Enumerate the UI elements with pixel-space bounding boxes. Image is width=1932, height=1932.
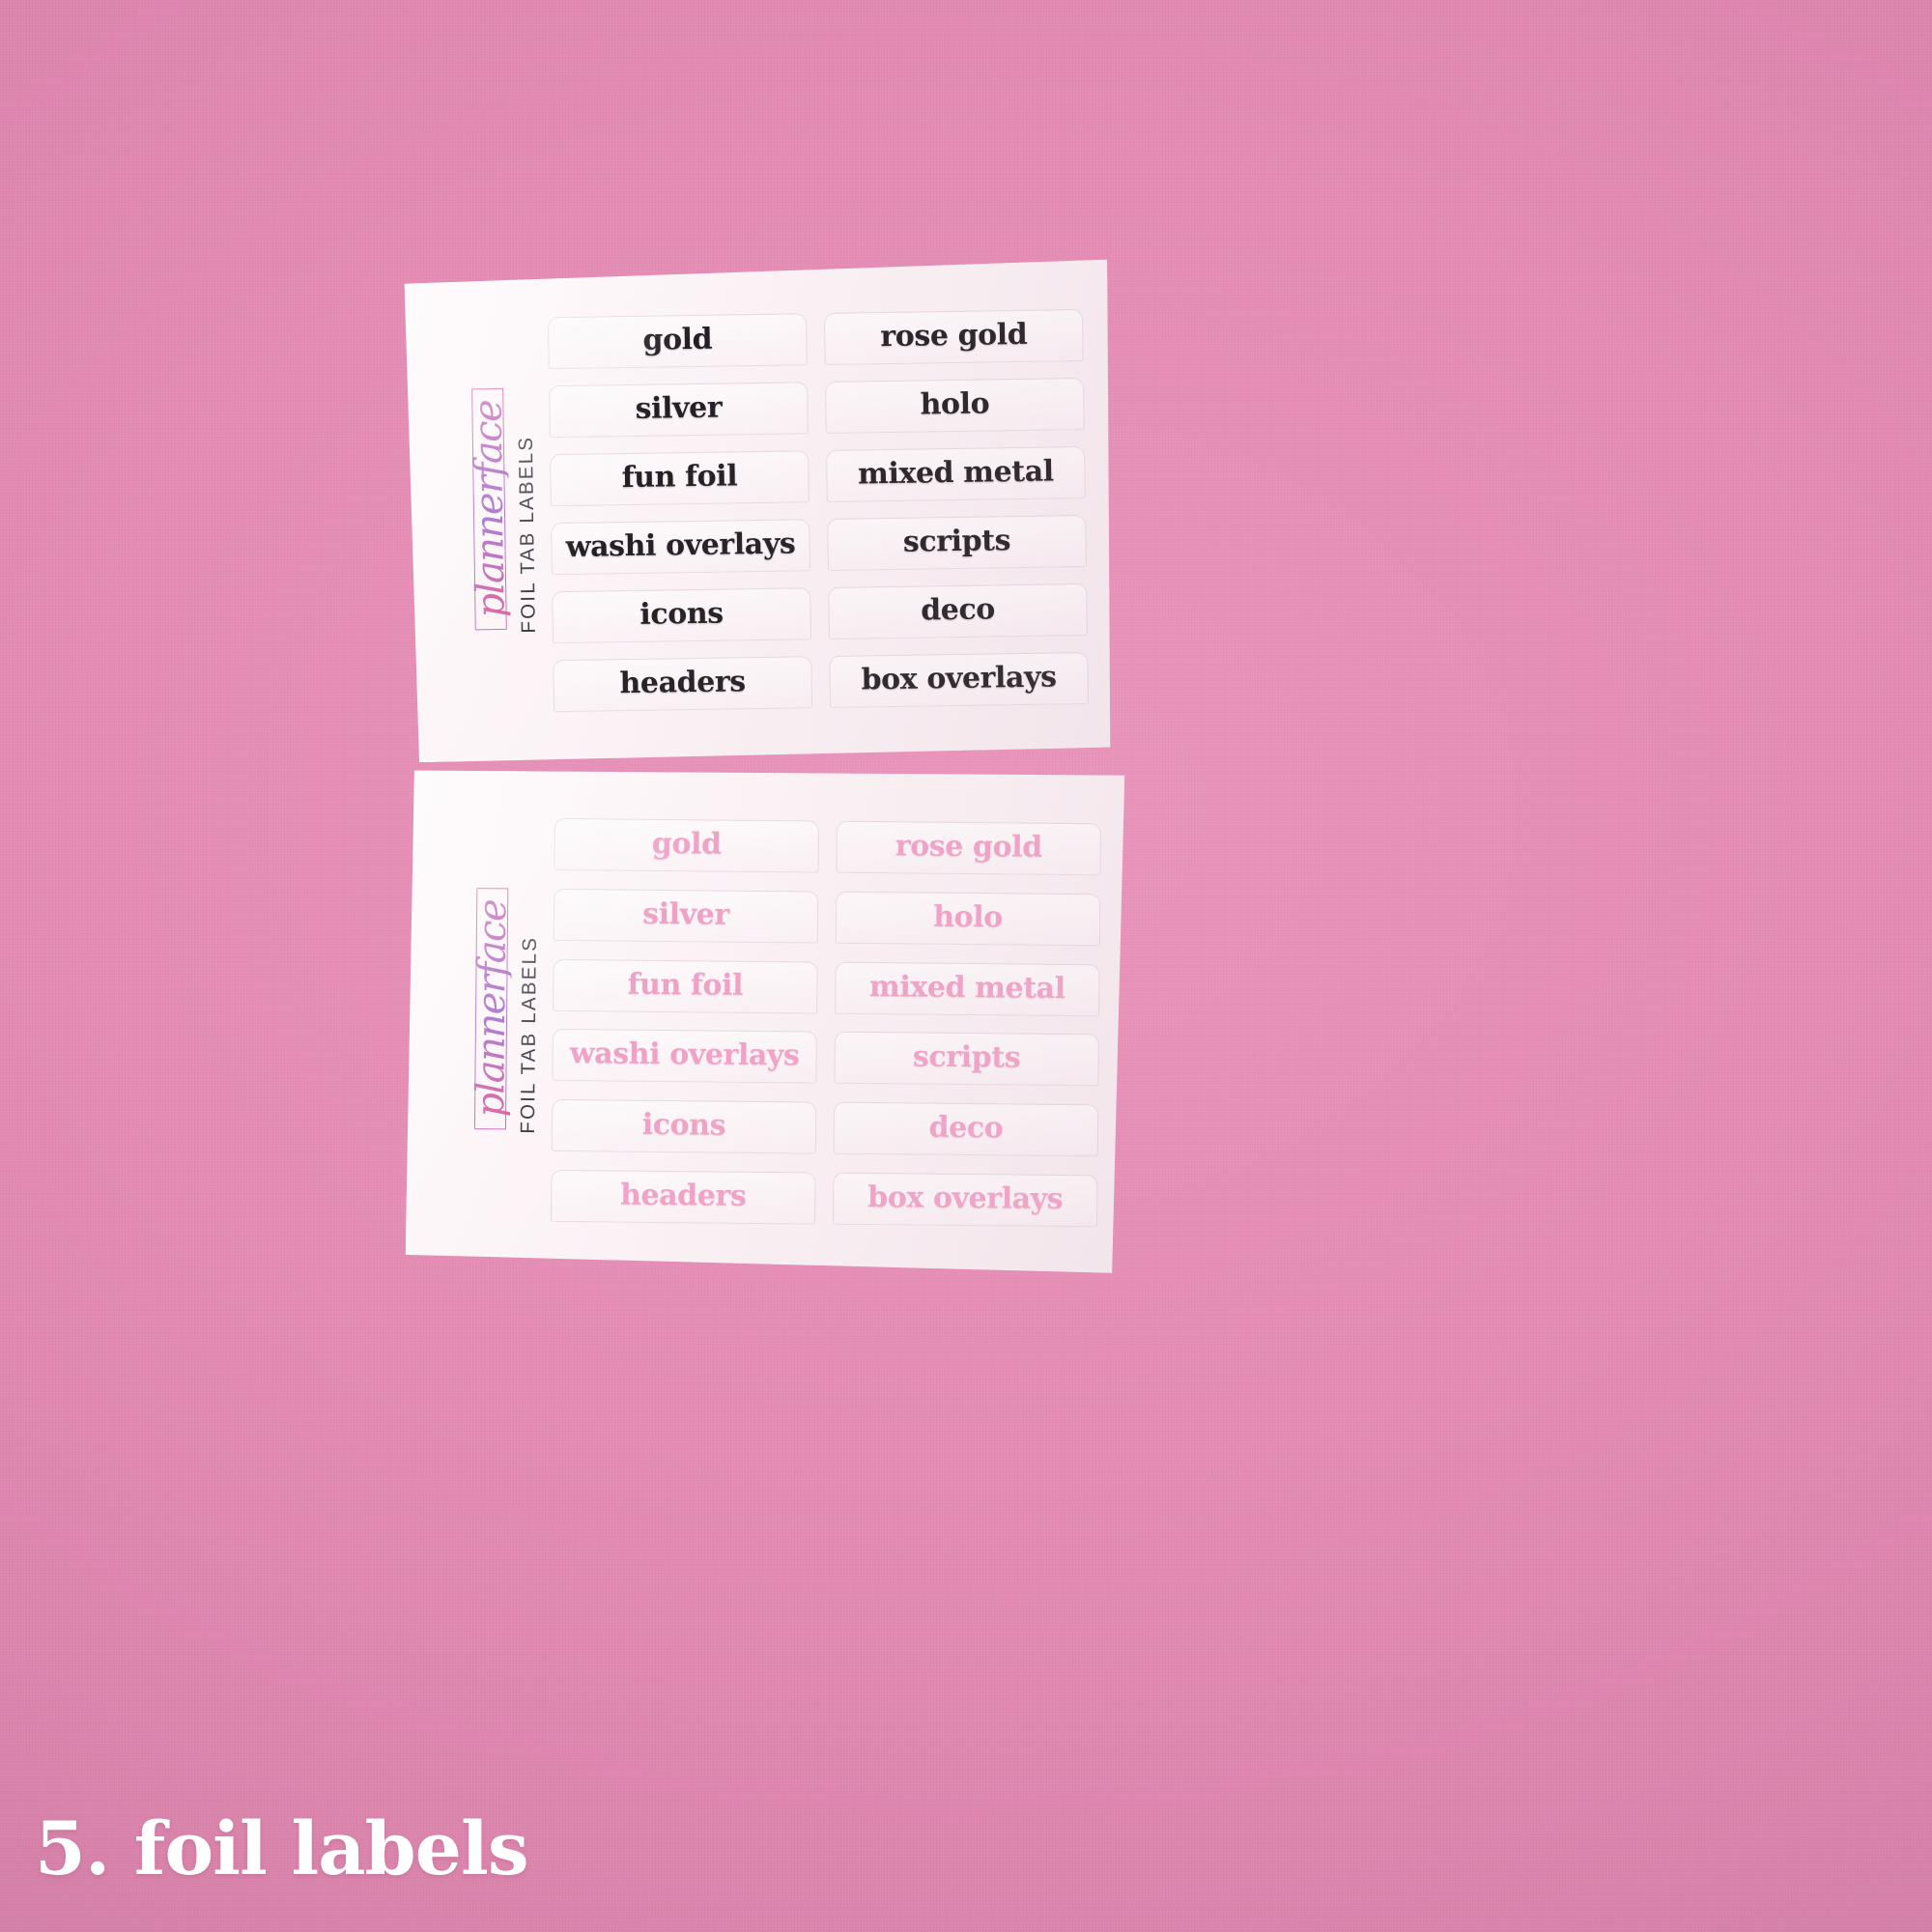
tab-sticker[interactable]: deco: [828, 582, 1088, 639]
tab-sticker[interactable]: gold: [554, 818, 819, 873]
sheet-type-caption: FOIL TAB LABELS: [514, 435, 540, 634]
tab-sticker[interactable]: box overlays: [829, 651, 1089, 707]
tab-sticker[interactable]: gold: [548, 313, 808, 369]
tab-label: mixed metal: [868, 969, 1065, 1006]
tab-label: headers: [619, 664, 747, 700]
tab-cell: rose gold: [836, 812, 1101, 885]
tab-sticker[interactable]: fun foil: [550, 450, 810, 506]
tab-sticker[interactable]: mixed metal: [835, 961, 1100, 1016]
tab-sticker[interactable]: silver: [554, 889, 819, 944]
tab-sticker[interactable]: icons: [552, 1099, 817, 1154]
tab-cell: headers: [551, 1160, 816, 1233]
tab-cell: box overlays: [829, 643, 1089, 716]
sticker-sheet-black-foil[interactable]: FOIL TAB LABELS plannerface gold rose go…: [402, 260, 1114, 763]
tab-cell: fun foil: [550, 441, 810, 514]
tab-label: box overlays: [867, 1179, 1064, 1216]
tab-label: deco: [928, 1110, 1004, 1146]
brand-block-top: FOIL TAB LABELS plannerface: [431, 384, 541, 646]
tab-cell: washi overlays: [552, 1020, 817, 1093]
tab-sticker[interactable]: rose gold: [824, 308, 1084, 364]
tab-sticker[interactable]: fun foil: [553, 959, 818, 1014]
tab-cell: rose gold: [824, 300, 1084, 373]
tab-label: gold: [651, 827, 722, 862]
tab-cell: icons: [552, 579, 811, 651]
tab-sticker[interactable]: washi overlays: [552, 1029, 817, 1084]
tab-cell: gold: [548, 304, 808, 377]
plannerface-logo: plannerface: [469, 884, 515, 1133]
tab-cell: silver: [549, 373, 809, 445]
tab-sticker[interactable]: rose gold: [836, 821, 1101, 876]
tab-cell: mixed metal: [835, 952, 1100, 1025]
tab-label: washi overlays: [569, 1037, 800, 1073]
tab-label: gold: [642, 322, 713, 357]
tab-cell: mixed metal: [826, 438, 1086, 510]
tab-label: washi overlays: [565, 526, 796, 564]
tab-sticker[interactable]: headers: [551, 1170, 816, 1225]
tab-label: holo: [920, 385, 990, 422]
tab-cell: silver: [554, 880, 819, 952]
tab-label: silver: [635, 390, 723, 426]
tab-cell: holo: [836, 882, 1101, 954]
tab-cell: fun foil: [553, 950, 818, 1022]
tab-sticker[interactable]: icons: [552, 587, 811, 643]
tab-label: scripts: [912, 1039, 1021, 1075]
tab-cell: washi overlays: [551, 510, 810, 582]
sheet-type-caption: FOIL TAB LABELS: [516, 935, 541, 1134]
tab-sticker[interactable]: deco: [834, 1102, 1099, 1157]
tab-cell: deco: [828, 575, 1088, 647]
tab-cell: box overlays: [833, 1163, 1098, 1236]
tab-sticker[interactable]: washi overlays: [551, 519, 810, 575]
tab-cell: icons: [552, 1091, 817, 1163]
tab-label-grid-bottom: gold rose gold silver holo fun foil mixe…: [541, 792, 1112, 1258]
tab-cell: gold: [554, 810, 819, 882]
tab-label: scripts: [902, 523, 1011, 559]
tab-label: icons: [641, 1107, 726, 1143]
tab-cell: headers: [553, 647, 812, 720]
tab-label: icons: [639, 596, 724, 632]
image-caption: 5. foil labels: [35, 1805, 529, 1891]
tab-sticker[interactable]: holo: [836, 892, 1101, 947]
tab-label-grid-top: gold rose gold silver holo fun foil mixe…: [538, 283, 1099, 741]
tab-sticker[interactable]: headers: [553, 656, 812, 712]
tab-cell: holo: [825, 369, 1085, 441]
tab-label: fun foil: [627, 967, 744, 1003]
tab-cell: scripts: [834, 1023, 1099, 1095]
tab-label: deco: [920, 591, 996, 628]
brand-block-bottom: FOIL TAB LABELS plannerface: [434, 884, 543, 1146]
tab-cell: scripts: [827, 506, 1087, 579]
tab-sticker[interactable]: scripts: [827, 514, 1087, 570]
logo-wordmark: plannerface: [469, 899, 516, 1118]
tab-label: fun foil: [621, 458, 738, 495]
logo-wordmark: plannerface: [466, 400, 514, 618]
tab-label: rose gold: [880, 317, 1028, 354]
tab-sticker[interactable]: holo: [825, 377, 1085, 433]
tab-cell: deco: [834, 1093, 1099, 1165]
tab-label: mixed metal: [857, 453, 1055, 491]
tab-label: holo: [933, 899, 1004, 935]
tab-sticker[interactable]: mixed metal: [826, 445, 1086, 501]
tab-label: rose gold: [895, 829, 1042, 866]
tab-sticker[interactable]: box overlays: [833, 1172, 1098, 1227]
plannerface-logo: plannerface: [466, 384, 514, 635]
tab-label: box overlays: [861, 659, 1057, 696]
sticker-sheet-pink-foil[interactable]: FOIL TAB LABELS plannerface gold rose go…: [406, 767, 1127, 1276]
tab-sticker[interactable]: silver: [549, 382, 809, 438]
tab-label: silver: [642, 896, 730, 932]
tab-label: headers: [619, 1178, 747, 1213]
tab-sticker[interactable]: scripts: [834, 1032, 1099, 1087]
